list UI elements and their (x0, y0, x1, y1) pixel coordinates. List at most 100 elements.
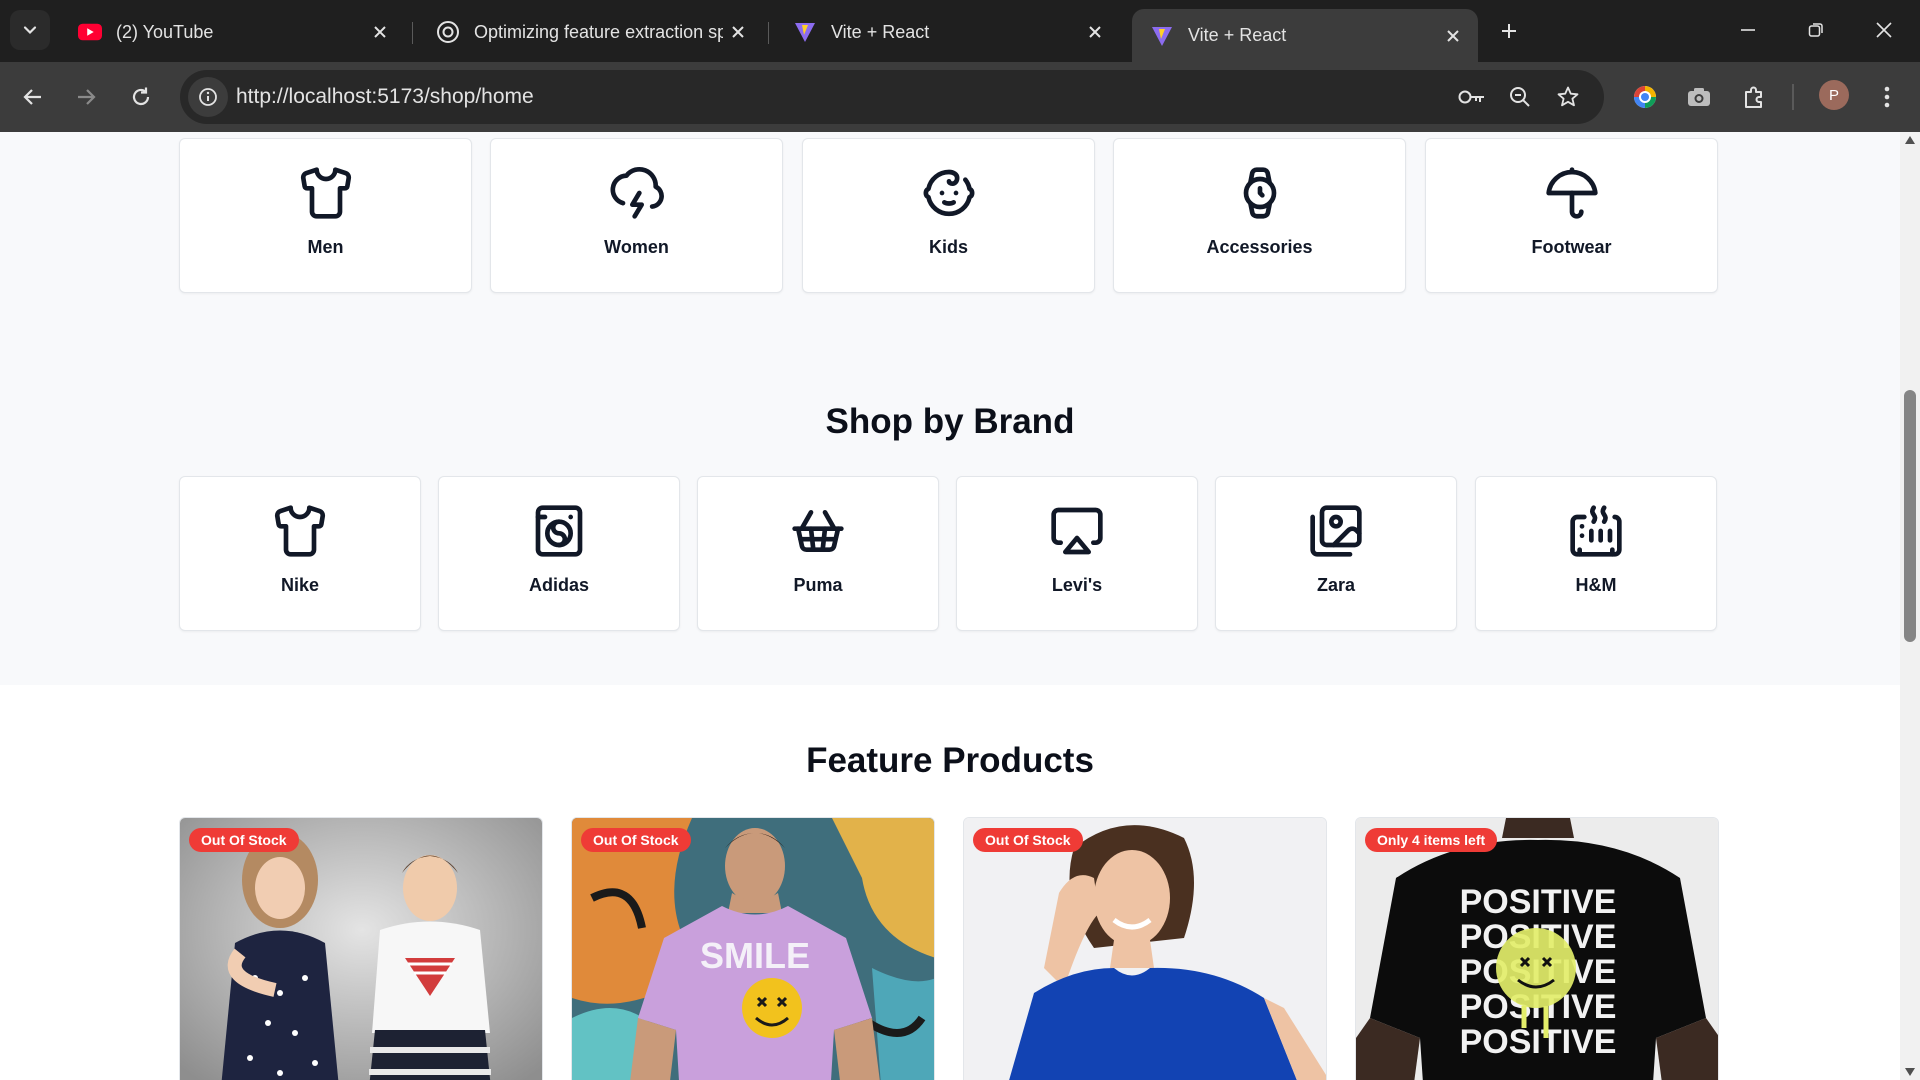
extensions-puzzle-icon[interactable] (1739, 82, 1769, 112)
info-icon (199, 88, 217, 106)
openai-icon (436, 20, 460, 44)
svg-text:POSITIVE: POSITIVE (1460, 1023, 1617, 1061)
brand-card-zara[interactable]: Zara (1215, 476, 1457, 631)
shopping-basket-icon (792, 510, 844, 552)
watch-icon (1243, 167, 1276, 219)
baby-icon (923, 169, 974, 217)
category-label: Accessories (1206, 237, 1313, 257)
restore-icon (1808, 23, 1823, 37)
images-icon (1310, 505, 1362, 557)
category-card-footwear[interactable]: Footwear (1425, 138, 1718, 293)
category-card-accessories[interactable]: Accessories (1113, 138, 1406, 293)
brand-card-levis[interactable]: Levi's (956, 476, 1198, 631)
brand-card-hm[interactable]: H&M (1475, 476, 1717, 631)
brand-card-adidas[interactable]: Adidas (438, 476, 680, 631)
airplay-icon (1051, 507, 1103, 555)
featured-section-title: Feature Products (806, 741, 1094, 780)
restore-button[interactable] (1794, 10, 1838, 50)
tab-title: Vite + React (831, 21, 930, 42)
more-menu-icon[interactable] (1872, 82, 1902, 112)
category-label: Women (604, 237, 669, 257)
shirt-icon (274, 505, 326, 557)
vite-icon (1150, 24, 1174, 48)
camera-icon[interactable] (1684, 82, 1714, 112)
tab-title: Vite + React (1188, 25, 1287, 45)
brand-label: Puma (793, 575, 843, 595)
cloud-lightning-icon (610, 167, 664, 219)
close-icon (1876, 22, 1892, 38)
product-card[interactable]: POSITIVE POSITIVE POSITIVE POSITIVE POSI… (1355, 817, 1719, 1080)
heater-icon (1570, 505, 1622, 557)
tab-youtube[interactable]: (2) YouTube (60, 9, 405, 55)
bookmark-star-icon[interactable] (1553, 82, 1583, 112)
close-icon[interactable] (365, 17, 395, 47)
youtube-icon (78, 20, 102, 44)
plus-icon (1502, 24, 1516, 38)
brand-card-nike[interactable]: Nike (179, 476, 421, 631)
shirt-icon (300, 167, 351, 219)
chevron-down-icon (23, 26, 37, 35)
tab-title: Optimizing feature extraction sp (474, 21, 723, 42)
category-label: Footwear (1531, 237, 1612, 257)
address-bar[interactable]: http://localhost:5173/shop/home (180, 70, 1604, 124)
scroll-up-arrow-icon[interactable] (1905, 136, 1915, 144)
site-info-button[interactable] (188, 77, 228, 117)
brand-label: Zara (1316, 575, 1356, 595)
smile-tshirt-photo: SMILE (572, 818, 934, 1080)
stock-badge: Out Of Stock (189, 828, 299, 852)
brand-label: Levi's (1051, 575, 1103, 595)
arrow-left-icon (23, 89, 41, 105)
forward-button[interactable] (66, 77, 106, 117)
minimize-icon (1741, 29, 1755, 31)
url-text[interactable]: http://localhost:5173/shop/home (236, 70, 534, 124)
product-card[interactable]: Out Of Stock (963, 817, 1327, 1080)
back-button[interactable] (13, 77, 53, 117)
browser-toolbar: http://localhost:5173/shop/home P (0, 62, 1920, 132)
category-card-women[interactable]: Women (490, 138, 783, 293)
tab-divider (412, 22, 413, 44)
tab-openai[interactable]: Optimizing feature extraction sp (418, 9, 763, 55)
category-label: Men (307, 237, 344, 257)
kids-outfit-photo (180, 818, 542, 1080)
product-card[interactable]: Out Of Stock (179, 817, 543, 1080)
zoom-icon[interactable] (1505, 82, 1535, 112)
umbrella-icon (1545, 167, 1598, 219)
stock-badge: Only 4 items left (1365, 828, 1498, 852)
brand-section-title: Shop by Brand (825, 402, 1075, 441)
stock-badge: Out Of Stock (581, 828, 691, 852)
product-card[interactable]: SMILE Out Of Stock (571, 817, 935, 1080)
brand-label: Adidas (528, 575, 589, 595)
close-icon[interactable] (723, 17, 753, 47)
tab-title: (2) YouTube (116, 21, 214, 42)
toolbar-divider (1792, 84, 1794, 110)
category-card-kids[interactable]: Kids (802, 138, 1095, 293)
close-window-button[interactable] (1862, 10, 1906, 50)
tab-vite-react[interactable]: Vite + React (775, 9, 1120, 55)
vite-icon (793, 20, 817, 44)
minimize-button[interactable] (1726, 10, 1770, 50)
key-icon[interactable] (1457, 82, 1487, 112)
brand-card-puma[interactable]: Puma (697, 476, 939, 631)
browser-tab-bar: (2) YouTube Optimizing feature extractio… (0, 0, 1920, 62)
washing-machine-icon (535, 505, 583, 557)
tab-divider (768, 22, 769, 44)
tab-search-button[interactable] (10, 10, 50, 50)
close-icon[interactable] (1438, 21, 1468, 51)
tab-vite-react-active[interactable]: Vite + React (1132, 9, 1478, 62)
extension-color-icon[interactable] (1630, 82, 1660, 112)
category-card-men[interactable]: Men (179, 138, 472, 293)
category-label: Kids (928, 237, 968, 257)
reload-icon (132, 87, 150, 106)
close-icon[interactable] (1080, 17, 1110, 47)
brand-label: Nike (280, 575, 320, 595)
profile-avatar[interactable]: P (1819, 80, 1849, 110)
new-tab-button[interactable] (1492, 14, 1526, 48)
positive-black-tshirt-photo: POSITIVE POSITIVE POSITIVE POSITIVE POSI… (1356, 818, 1718, 1080)
scroll-thumb[interactable] (1904, 390, 1916, 642)
stock-badge: Out Of Stock (973, 828, 1083, 852)
scroll-down-arrow-icon[interactable] (1905, 1068, 1915, 1076)
svg-text:SMILE: SMILE (700, 935, 810, 976)
reload-button[interactable] (121, 77, 161, 117)
arrow-right-icon (78, 89, 96, 105)
page-scrollbar[interactable] (1900, 132, 1920, 1080)
